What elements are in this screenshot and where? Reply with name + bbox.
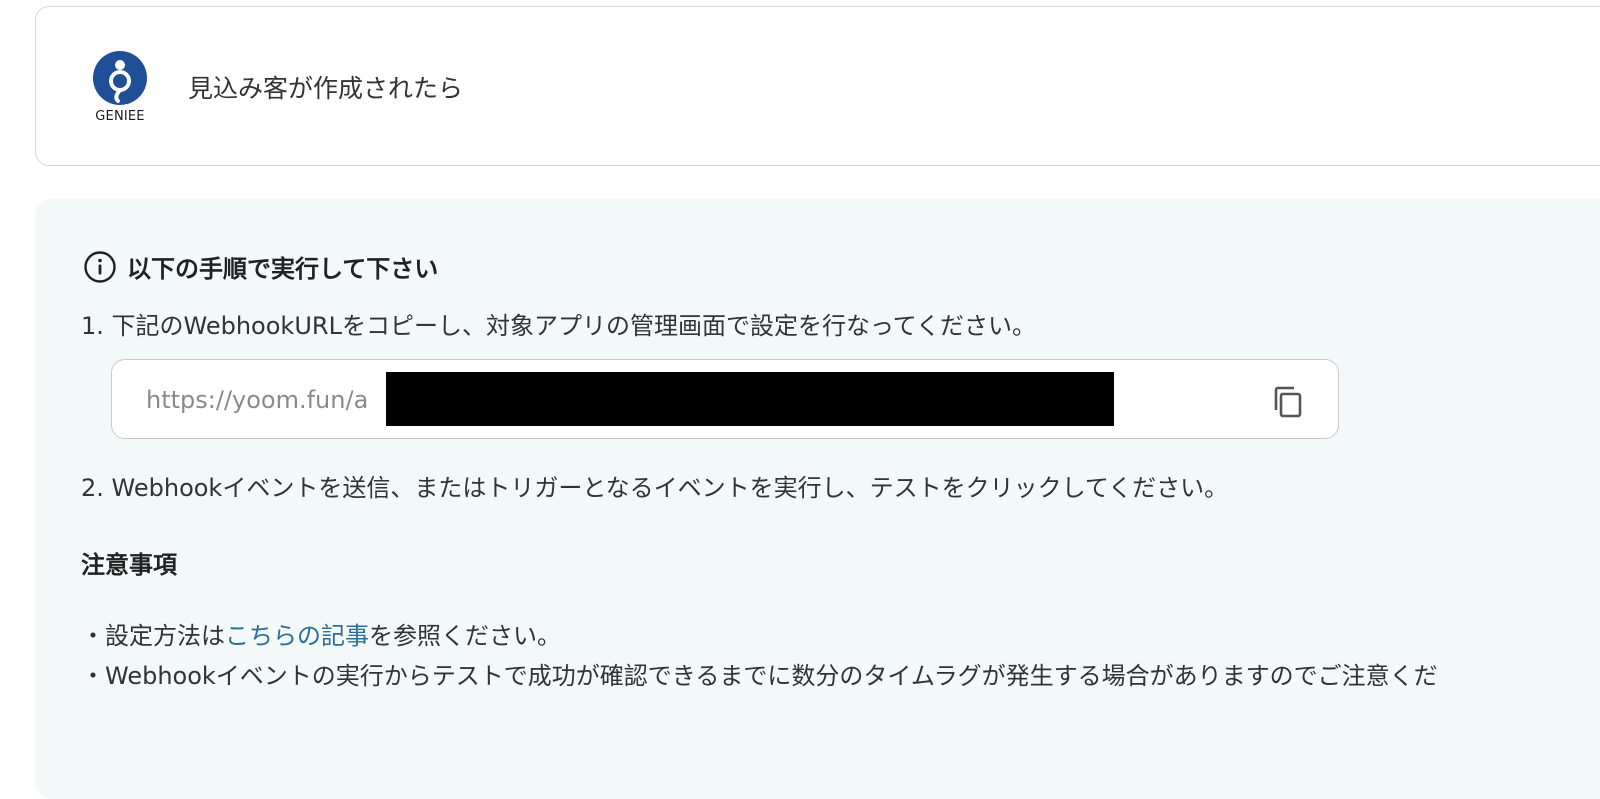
instructions-panel: 以下の手順で実行して下さい 1. 下記のWebhookURLをコピーし、対象アプ… xyxy=(35,199,1600,799)
trigger-title: 見込み客が作成されたら xyxy=(188,74,464,103)
article-link[interactable]: こちらの記事 xyxy=(225,622,369,650)
geniee-logo-mark xyxy=(93,51,147,105)
webhook-url-field[interactable]: https://yoom.fun/a xyxy=(111,359,1339,439)
note-1-suffix: を参照ください。 xyxy=(369,622,561,650)
copy-icon[interactable] xyxy=(1270,384,1306,420)
notes-heading: 注意事項 xyxy=(81,551,177,579)
geniee-logo: GENIEE xyxy=(90,51,150,131)
trigger-card: GENIEE 見込み客が作成されたら xyxy=(35,6,1600,166)
redacted-url-block xyxy=(386,372,1114,426)
step-1-text: 1. 下記のWebhookURLをコピーし、対象アプリの管理画面で設定を行なって… xyxy=(81,312,1037,340)
note-1-prefix: ・設定方法は xyxy=(81,622,225,650)
instructions-heading-text: 以下の手順で実行して下さい xyxy=(127,255,439,283)
step-2-text: 2. Webhookイベントを送信、またはトリガーとなるイベントを実行し、テスト… xyxy=(81,474,1229,502)
note-2: ・Webhookイベントの実行からテストで成功が確認できるまでに数分のタイムラグ… xyxy=(81,662,1438,690)
webhook-url-text[interactable]: https://yoom.fun/a xyxy=(146,386,368,414)
geniee-logo-text: GENIEE xyxy=(95,109,145,124)
info-circle-icon xyxy=(84,250,116,283)
note-1: ・設定方法はこちらの記事を参照ください。 xyxy=(81,616,561,651)
instructions-heading: 以下の手順で実行して下さい xyxy=(83,249,438,284)
